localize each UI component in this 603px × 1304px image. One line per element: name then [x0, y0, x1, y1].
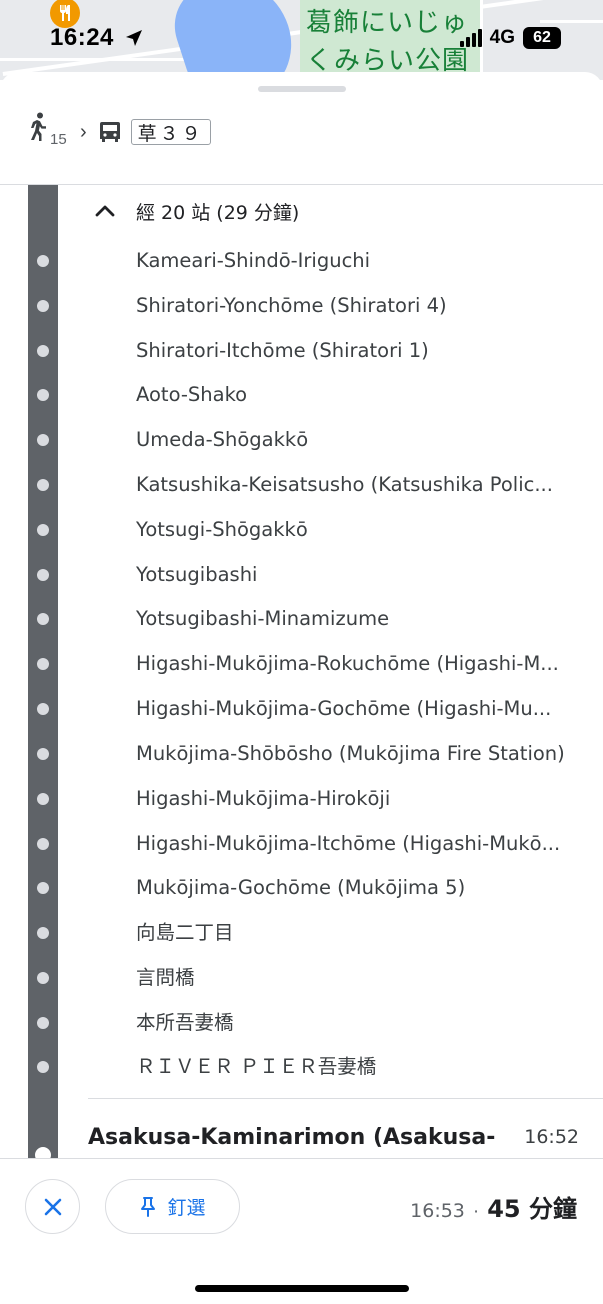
list-item: 言問橋 [136, 966, 195, 989]
list-item: Yotsugibashi [136, 563, 258, 586]
pin-label: 釘選 [167, 1197, 206, 1219]
stop-dot [37, 703, 49, 715]
stop-dot [37, 927, 49, 939]
stop-dot [37, 1061, 49, 1073]
list-item: Kameari-Shindō-Iriguchi [136, 249, 371, 272]
stop-dot [37, 345, 49, 357]
cellular-signal-icon [459, 29, 482, 47]
stop-dot [37, 658, 49, 670]
sheet-drag-handle[interactable] [258, 86, 346, 92]
trip-duration: 45 分鐘 [487, 1195, 577, 1223]
stop-dot [37, 389, 49, 401]
walk-minutes: 15 [50, 131, 67, 148]
divider [0, 184, 603, 185]
close-button[interactable] [25, 1179, 80, 1234]
list-item: 向島二丁目 [136, 921, 234, 944]
route-summary[interactable]: 15 › 草３９ [28, 112, 211, 152]
route-line [28, 185, 58, 1160]
stop-dot [37, 569, 49, 581]
stop-dot [37, 434, 49, 446]
map-view[interactable]: 葛飾にいじゅ くみらい公園 16:24 4G 62 [0, 0, 603, 80]
list-item: Higashi-Mukōjima-Hirokōji [136, 787, 391, 810]
list-item: Yotsugi-Shōgakkō [136, 518, 308, 541]
list-item: Mukōjima-Gochōme (Mukōjima 5) [136, 876, 466, 899]
divider [88, 1098, 603, 1099]
stop-dot [37, 613, 49, 625]
stop-dot [37, 882, 49, 894]
status-indicators: 4G 62 [459, 27, 561, 49]
chevron-right-icon: › [80, 120, 87, 143]
network-type: 4G [489, 27, 515, 48]
stop-dot [37, 972, 49, 984]
stop-dot [37, 255, 49, 267]
river [164, 0, 306, 80]
home-indicator[interactable] [195, 1285, 409, 1292]
map-road [540, 20, 603, 23]
bus-route-badge: 草３９ [130, 119, 211, 145]
stop-dot [37, 748, 49, 760]
destination-arrival-time: 16:52 [524, 1126, 579, 1148]
stop-dot [37, 300, 49, 312]
stop-dot [37, 838, 49, 850]
bottom-action-bar: 釘選 16:53 · 45 分鐘 [0, 1158, 603, 1304]
arrival-time: 16:53 [410, 1200, 465, 1222]
list-item: Higashi-Mukōjima-Itchōme (Higashi-Mukō..… [136, 832, 561, 855]
stops-collapse-toggle[interactable]: 經 20 站 (29 分鐘) [92, 196, 299, 226]
list-item: Mukōjima-Shōbōsho (Mukōjima Fire Station… [136, 742, 565, 765]
list-item: Aoto-Shako [136, 383, 248, 406]
location-arrow-icon [124, 28, 144, 53]
list-item: Shiratori-Yonchōme (Shiratori 4) [136, 294, 447, 317]
directions-sheet: 15 › 草３９ 經 20 站 (29 分鐘) Kameari-Shindō-I… [0, 72, 603, 1304]
map-road [0, 58, 200, 61]
stop-dot [37, 1017, 49, 1029]
close-icon [44, 1198, 61, 1215]
bus-icon [99, 122, 120, 142]
list-item: Higashi-Mukōjima-Rokuchōme (Higashi-M... [136, 652, 559, 675]
list-item: Katsushika-Keisatsusho (Katsushika Polic… [136, 473, 553, 496]
list-item: 本所吾妻橋 [136, 1011, 234, 1034]
battery-level: 62 [523, 27, 561, 49]
list-item: Umeda-Shōgakkō [136, 428, 309, 451]
list-item: Yotsugibashi-Minamizume [136, 607, 390, 630]
stop-dot [37, 793, 49, 805]
stops-count-label: 經 20 站 (29 分鐘) [136, 201, 300, 224]
transit-directions-screen: 葛飾にいじゅ くみらい公園 16:24 4G 62 15 › 草３９ 經 20 … [0, 0, 603, 1304]
list-item: ＲＩＶＥＲ ＰＩＥＲ吾妻橋 [136, 1055, 377, 1078]
destination-stop-name[interactable]: Asakusa-Kaminarimon (Asakusa- [88, 1125, 508, 1150]
park-label-line1: 葛飾にいじゅ [306, 8, 469, 38]
stop-dot [37, 479, 49, 491]
walk-icon [31, 112, 46, 141]
stop-dot [37, 524, 49, 536]
walk-segment: 15 [28, 112, 68, 152]
pin-icon [141, 1196, 156, 1217]
list-item: Higashi-Mukōjima-Gochōme (Higashi-Mu... [136, 697, 552, 720]
separator: · [472, 1201, 480, 1222]
list-item: Shiratori-Itchōme (Shiratori 1) [136, 339, 429, 362]
chevron-up-icon [95, 205, 115, 217]
trip-summary: 16:53 · 45 分鐘 [410, 1189, 577, 1224]
pin-button[interactable]: 釘選 [105, 1179, 240, 1234]
status-time: 16:24 [50, 24, 114, 51]
